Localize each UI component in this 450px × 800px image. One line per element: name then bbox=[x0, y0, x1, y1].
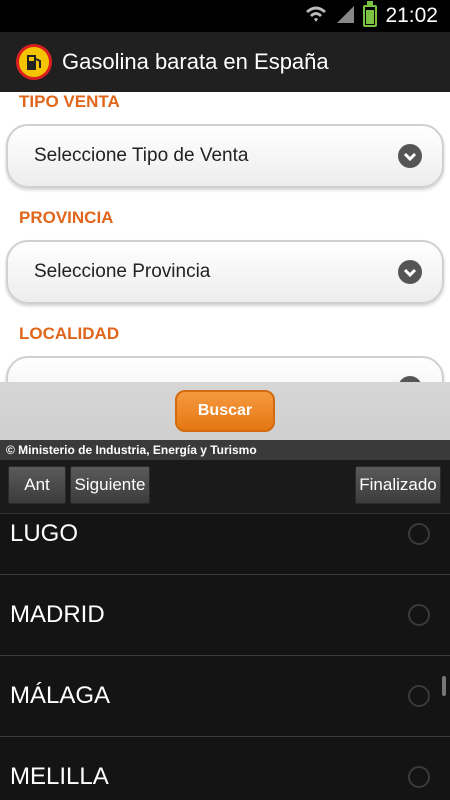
provincia-label: PROVINCIA bbox=[19, 208, 114, 227]
fuel-pump-icon bbox=[16, 44, 52, 80]
credits-text: © Ministerio de Industria, Energía y Tur… bbox=[0, 440, 450, 460]
next-button[interactable]: Siguiente bbox=[70, 466, 150, 504]
list-item[interactable]: MELILLA bbox=[0, 737, 450, 800]
radio-button[interactable] bbox=[408, 523, 430, 545]
done-button[interactable]: Finalizado bbox=[355, 466, 441, 504]
search-form: TIPO VENTA Seleccione Tipo de Venta PROV… bbox=[0, 92, 450, 382]
radio-button[interactable] bbox=[408, 766, 430, 788]
signal-icon bbox=[335, 4, 355, 29]
tipo-venta-select[interactable]: Seleccione Tipo de Venta bbox=[6, 124, 444, 188]
radio-button[interactable] bbox=[408, 685, 430, 707]
tipo-venta-value: Seleccione Tipo de Venta bbox=[34, 145, 249, 166]
list-item[interactable]: MADRID bbox=[0, 575, 450, 656]
list-item-label: LUGO bbox=[10, 520, 79, 547]
provincia-select[interactable]: Seleccione Provincia bbox=[6, 240, 444, 304]
chevron-down-icon bbox=[398, 144, 422, 168]
list-item-label: MELILLA bbox=[10, 763, 109, 790]
list-item[interactable]: MÁLAGA bbox=[0, 656, 450, 737]
radio-button[interactable] bbox=[408, 604, 430, 626]
action-bar: Gasolina barata en España bbox=[0, 32, 450, 92]
search-bar: Buscar bbox=[0, 382, 450, 440]
localidad-select[interactable] bbox=[6, 356, 444, 382]
buscar-button[interactable]: Buscar bbox=[175, 390, 275, 432]
list-item-label: MADRID bbox=[10, 601, 105, 628]
status-bar: 21:02 bbox=[0, 0, 450, 32]
localidad-label: LOCALIDAD bbox=[19, 324, 120, 343]
battery-icon bbox=[363, 1, 378, 27]
app-title: Gasolina barata en España bbox=[62, 49, 329, 74]
prev-button[interactable]: Ant bbox=[8, 466, 66, 504]
picker-toolbar: Ant Siguiente Finalizado bbox=[0, 460, 450, 514]
provincia-value: Seleccione Provincia bbox=[34, 261, 211, 282]
list-item-label: MÁLAGA bbox=[10, 682, 111, 709]
province-list: LUGO MADRID MÁLAGA MELILLA bbox=[0, 514, 450, 800]
status-time: 21:02 bbox=[385, 4, 438, 27]
scrollbar-thumb[interactable] bbox=[442, 676, 446, 696]
list-item[interactable]: LUGO bbox=[0, 514, 450, 575]
wifi-icon bbox=[305, 4, 327, 29]
chevron-down-icon bbox=[398, 260, 422, 284]
tipo-venta-label: TIPO VENTA bbox=[19, 92, 120, 111]
